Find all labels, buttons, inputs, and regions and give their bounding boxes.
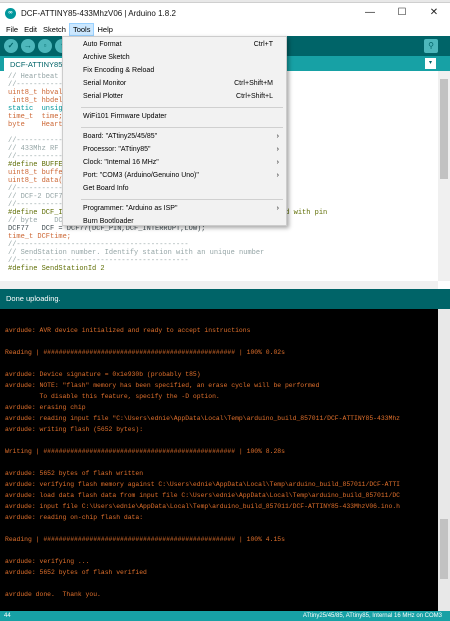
menu-item-fix-encoding-reload[interactable]: Fix Encoding & Reload [83,65,283,76]
console-line: avrdude: NOTE: "flash" memory has been s… [5,382,320,389]
console-line: avrdude: 5652 bytes of flash written [5,470,144,477]
console-line: avrdude: verifying ... [5,558,90,565]
submenu-arrow-icon: › [276,159,279,166]
menu-bar: File Edit Sketch Tools Help [0,23,450,36]
menu-item-label: Burn Bootloader [83,218,134,225]
menu-item-shortcut: Ctrl+Shift+L [236,93,273,100]
menu-item-label: Serial Plotter [83,93,124,100]
console-line: Reading | ##############################… [5,349,285,356]
console-line: To disable this feature, specify the -D … [5,393,220,400]
menu-item-shortcut: Ctrl+T [253,41,273,48]
console-line: avrdude: Device signature = 0x1e930b (pr… [5,371,201,378]
console-line: Writing | ##############################… [5,448,285,455]
serial-monitor-icon[interactable]: ⚲ [424,39,438,53]
minimize-button[interactable]: — [354,3,386,23]
scrollbar-thumb[interactable] [440,519,448,579]
menu-item-label: Auto Format [83,41,122,48]
submenu-arrow-icon: › [276,133,279,140]
menu-separator [81,127,283,128]
menu-item-label: Archive Sketch [83,54,130,61]
menu-item-label: Clock: "Internal 16 MHz" [83,159,159,166]
submenu-arrow-icon: › [276,172,279,179]
new-sketch-button[interactable]: ▫ [38,39,52,53]
console-scrollbar[interactable] [438,309,450,611]
menu-item-auto-format[interactable]: Auto Format Ctrl+T [83,39,283,50]
code-line: #define SendStationId 2 [8,265,105,273]
console-line: avrdude: load data flash data from input… [5,492,401,499]
tab-menu-dropdown-icon[interactable]: ▾ [425,58,436,69]
tools-dropdown-menu: Auto Format Ctrl+T Archive Sketch Fix Encod… [62,36,287,226]
menu-item-serial-monitor[interactable]: Serial Monitor Ctrl+Shift+M [83,78,283,89]
arduino-logo-icon: ∞ [5,7,16,19]
menu-file[interactable]: File [3,23,21,36]
submenu-arrow-icon: › [276,146,279,153]
menu-separator [81,199,283,200]
footer-status-bar: 44 ATtiny25/45/85, ATtiny85, Internal 16… [0,611,450,621]
menu-sketch[interactable]: Sketch [40,23,69,36]
menu-item-label: WiFi101 Firmware Updater [83,113,167,120]
editor-horizontal-scrollbar[interactable] [0,281,438,289]
menu-item-label: Serial Monitor [83,80,127,87]
console-output: avrdude: AVR device initialized and read… [0,309,450,611]
status-message: Done uploading. [0,289,450,309]
console-line: avrdude: writing flash (5652 bytes): [5,426,144,433]
console-line: Reading | ##############################… [5,536,285,543]
console-line: avrdude: erasing chip [5,404,86,411]
upload-button[interactable]: → [21,39,35,53]
menu-edit[interactable]: Edit [21,23,40,36]
menu-item-burn-bootloader[interactable]: Burn Bootloader [83,216,283,227]
menu-item-board-attiny25-45-85[interactable]: Board: "ATtiny25/45/85" › [83,131,283,142]
menu-item-label: Port: "COM3 (Arduino/Genuino Uno)" [83,172,199,179]
console-line: avrdude done. Thank you. [5,591,101,598]
menu-item-label: Get Board Info [83,185,129,192]
title-bar: ∞ DCF-ATTINY85-433MhzV06 | Arduino 1.8.2… [0,3,450,23]
menu-item-label: Board: "ATtiny25/45/85" [83,133,158,140]
close-button[interactable]: ✕ [418,3,450,23]
menu-item-programmer-arduino-as-isp[interactable]: Programmer: "Arduino as ISP" › [83,203,283,214]
submenu-arrow-icon: › [276,205,279,212]
verify-button[interactable]: ✓ [4,39,18,53]
menu-item-label: Fix Encoding & Reload [83,67,155,74]
menu-item-processor-attiny85[interactable]: Processor: "ATtiny85" › [83,144,283,155]
menu-item-serial-plotter[interactable]: Serial Plotter Ctrl+Shift+L [83,91,283,102]
menu-item-clock-internal-16-mhz[interactable]: Clock: "Internal 16 MHz" › [83,157,283,168]
window-title: DCF-ATTINY85-433MhzV06 | Arduino 1.8.2 [21,8,176,18]
line-number: 44 [4,613,11,619]
maximize-button[interactable]: ☐ [386,3,418,23]
window-controls: — ☐ ✕ [354,3,450,23]
menu-tools[interactable]: Tools [68,23,95,36]
console-line: avrdude: input file C:\Users\ednie\AppDa… [5,503,401,510]
menu-separator [81,107,283,108]
menu-item-archive-sketch[interactable]: Archive Sketch [83,52,283,63]
menu-item-shortcut: Ctrl+Shift+M [234,80,273,87]
console-line: avrdude: 5652 bytes of flash verified [5,569,147,576]
menu-item-label: Processor: "ATtiny85" [83,146,151,153]
menu-item-port-com3-arduino-genuino-uno[interactable]: Port: "COM3 (Arduino/Genuino Uno)" › [83,170,283,181]
menu-item-wifi101-firmware-updater[interactable]: WiFi101 Firmware Updater [83,111,283,122]
console-line: avrdude: AVR device initialized and read… [5,327,251,334]
board-info: ATtiny25/45/85, ATtiny85, Internal 16 MH… [302,613,442,619]
menu-item-get-board-info[interactable]: Get Board Info [83,183,283,194]
code-line: byte Heart [8,121,63,129]
menu-item-label: Programmer: "Arduino as ISP" [83,205,178,212]
console-line: avrdude: reading input file "C:\Users\ed… [5,415,401,422]
editor-vertical-scrollbar[interactable] [438,71,450,281]
console-line: avrdude: reading on-chip flash data: [5,514,144,521]
console-line: avrdude: verifying flash memory against … [5,481,401,488]
menu-help[interactable]: Help [94,23,115,36]
scrollbar-thumb[interactable] [440,79,448,179]
